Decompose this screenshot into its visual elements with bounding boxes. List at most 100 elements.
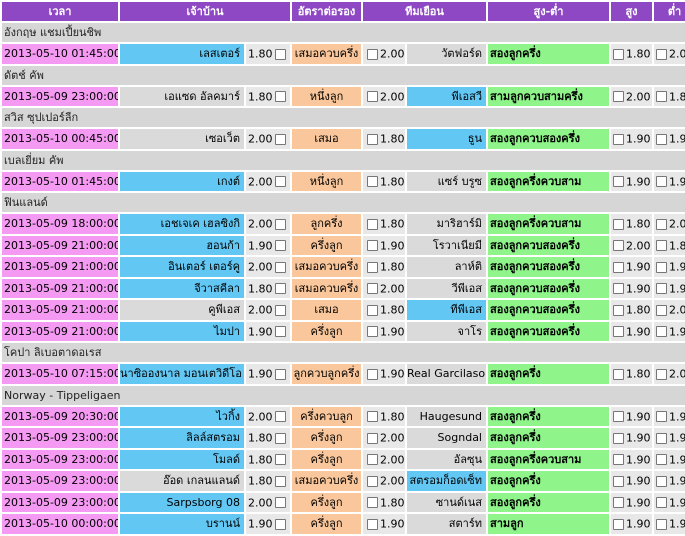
home-odds-cell: 1.80: [246, 278, 290, 298]
under-bet-checkbox[interactable]: [656, 475, 667, 487]
home-bet-checkbox[interactable]: [274, 283, 286, 294]
under-bet-checkbox[interactable]: [656, 48, 667, 60]
league-name: เบลเยี่ยม คัพ: [2, 150, 685, 170]
under-bet-checkbox[interactable]: [656, 326, 667, 337]
home-odds: 1.90: [248, 325, 273, 338]
away-bet-checkbox[interactable]: [367, 133, 378, 145]
under-bet-checkbox[interactable]: [656, 176, 667, 187]
home-odds: 1.80: [248, 431, 273, 445]
under-bet-checkbox[interactable]: [656, 283, 667, 294]
under-bet-checkbox[interactable]: [656, 91, 667, 102]
match-row: 2013-05-09 23:00:00 โมลด์ 1.80 ครึ่งลูก 2.00…: [2, 449, 685, 469]
over-bet-checkbox[interactable]: [613, 475, 624, 487]
over-bet-checkbox[interactable]: [613, 304, 624, 316]
over-bet-checkbox[interactable]: [613, 176, 624, 187]
over-bet-checkbox[interactable]: [613, 261, 624, 273]
away-bet-checkbox[interactable]: [367, 326, 378, 337]
under-bet-checkbox[interactable]: [656, 454, 667, 465]
under-bet-checkbox[interactable]: [656, 368, 667, 380]
over-odds-cell: 1.80: [611, 44, 652, 64]
under-odds-cell: 1.90: [654, 171, 685, 191]
away-odds: 1.90: [380, 239, 405, 252]
under-bet-checkbox[interactable]: [656, 261, 667, 273]
away-odds-cell: 1.90: [363, 235, 405, 255]
over-bet-checkbox[interactable]: [613, 48, 624, 60]
over-bet-checkbox[interactable]: [613, 368, 624, 380]
away-bet-checkbox[interactable]: [367, 304, 378, 316]
home-bet-checkbox[interactable]: [274, 454, 286, 465]
away-bet-checkbox[interactable]: [367, 283, 378, 294]
under-bet-checkbox[interactable]: [656, 218, 667, 230]
home-bet-checkbox[interactable]: [274, 133, 286, 145]
home-bet-checkbox[interactable]: [274, 475, 286, 487]
over-bet-checkbox[interactable]: [613, 218, 624, 230]
away-odds: 1.80: [380, 260, 405, 274]
home-bet-checkbox[interactable]: [274, 176, 286, 187]
away-odds-cell: 1.80: [363, 214, 405, 234]
home-bet-checkbox[interactable]: [274, 326, 286, 337]
away-team: มาริฮาร์มิ: [407, 214, 486, 234]
under-bet-checkbox[interactable]: [656, 518, 667, 530]
over-bet-checkbox[interactable]: [613, 283, 624, 294]
under-odds: 2.00: [669, 47, 685, 61]
under-bet-checkbox[interactable]: [656, 304, 667, 316]
under-bet-checkbox[interactable]: [656, 411, 667, 422]
away-bet-checkbox[interactable]: [367, 176, 378, 187]
league-row: สวิส ซุปเปอร์ลีก: [2, 108, 685, 127]
under-bet-checkbox[interactable]: [656, 432, 667, 444]
away-bet-checkbox[interactable]: [367, 432, 378, 444]
home-odds: 2.00: [248, 217, 273, 231]
under-bet-checkbox[interactable]: [656, 133, 667, 145]
home-bet-checkbox[interactable]: [274, 432, 286, 444]
home-bet-checkbox[interactable]: [274, 91, 286, 102]
away-bet-checkbox[interactable]: [367, 48, 378, 60]
handicap: หนึ่งลูก: [292, 171, 361, 191]
away-bet-checkbox[interactable]: [367, 261, 378, 273]
away-bet-checkbox[interactable]: [367, 368, 378, 380]
over-bet-checkbox[interactable]: [613, 326, 624, 337]
away-bet-checkbox[interactable]: [367, 218, 378, 230]
over-bet-checkbox[interactable]: [613, 454, 624, 465]
over-under-line: สองลูกควบสองครึ่ง: [488, 278, 609, 298]
home-odds-cell: 1.90: [246, 235, 290, 255]
away-bet-checkbox[interactable]: [367, 454, 378, 465]
over-bet-checkbox[interactable]: [613, 411, 624, 422]
home-bet-checkbox[interactable]: [274, 218, 286, 230]
away-bet-checkbox[interactable]: [367, 411, 378, 422]
match-datetime: 2013-05-09 23:00:00: [2, 471, 118, 491]
under-odds: 1.90: [669, 132, 685, 146]
away-odds: 1.80: [380, 496, 405, 509]
under-odds-cell: 1.90: [654, 514, 685, 534]
home-bet-checkbox[interactable]: [274, 411, 286, 422]
home-bet-checkbox[interactable]: [274, 48, 286, 60]
home-bet-checkbox[interactable]: [274, 368, 286, 380]
away-bet-checkbox[interactable]: [367, 497, 378, 508]
match-datetime: 2013-05-09 21:00:00: [2, 321, 118, 341]
over-bet-checkbox[interactable]: [613, 133, 624, 145]
over-bet-checkbox[interactable]: [613, 518, 624, 530]
away-bet-checkbox[interactable]: [367, 240, 378, 251]
home-bet-checkbox[interactable]: [274, 518, 286, 530]
away-team: ลาห์ติ: [407, 257, 486, 277]
match-row: 2013-05-10 00:45:00 เซอเว็ต 2.00 เสมอ 1.80 ธู…: [2, 129, 685, 149]
away-team: โรวาเนียมี: [407, 235, 486, 255]
home-bet-checkbox[interactable]: [274, 240, 286, 251]
away-odds-cell: 1.90: [363, 321, 405, 341]
away-team: พีเอสวี: [407, 86, 486, 106]
over-bet-checkbox[interactable]: [613, 432, 624, 444]
away-odds: 1.80: [380, 217, 405, 231]
league-row: เบลเยี่ยม คัพ: [2, 150, 685, 170]
under-bet-checkbox[interactable]: [656, 497, 667, 508]
away-bet-checkbox[interactable]: [367, 518, 378, 530]
away-bet-checkbox[interactable]: [367, 91, 378, 102]
home-bet-checkbox[interactable]: [274, 497, 286, 508]
over-odds-cell: 1.90: [611, 492, 652, 512]
home-bet-checkbox[interactable]: [274, 304, 286, 316]
home-odds-cell: 2.00: [246, 129, 290, 149]
away-bet-checkbox[interactable]: [367, 475, 378, 487]
under-bet-checkbox[interactable]: [656, 240, 667, 251]
home-bet-checkbox[interactable]: [274, 261, 286, 273]
over-bet-checkbox[interactable]: [613, 497, 624, 508]
over-bet-checkbox[interactable]: [613, 240, 624, 251]
over-bet-checkbox[interactable]: [613, 91, 624, 102]
